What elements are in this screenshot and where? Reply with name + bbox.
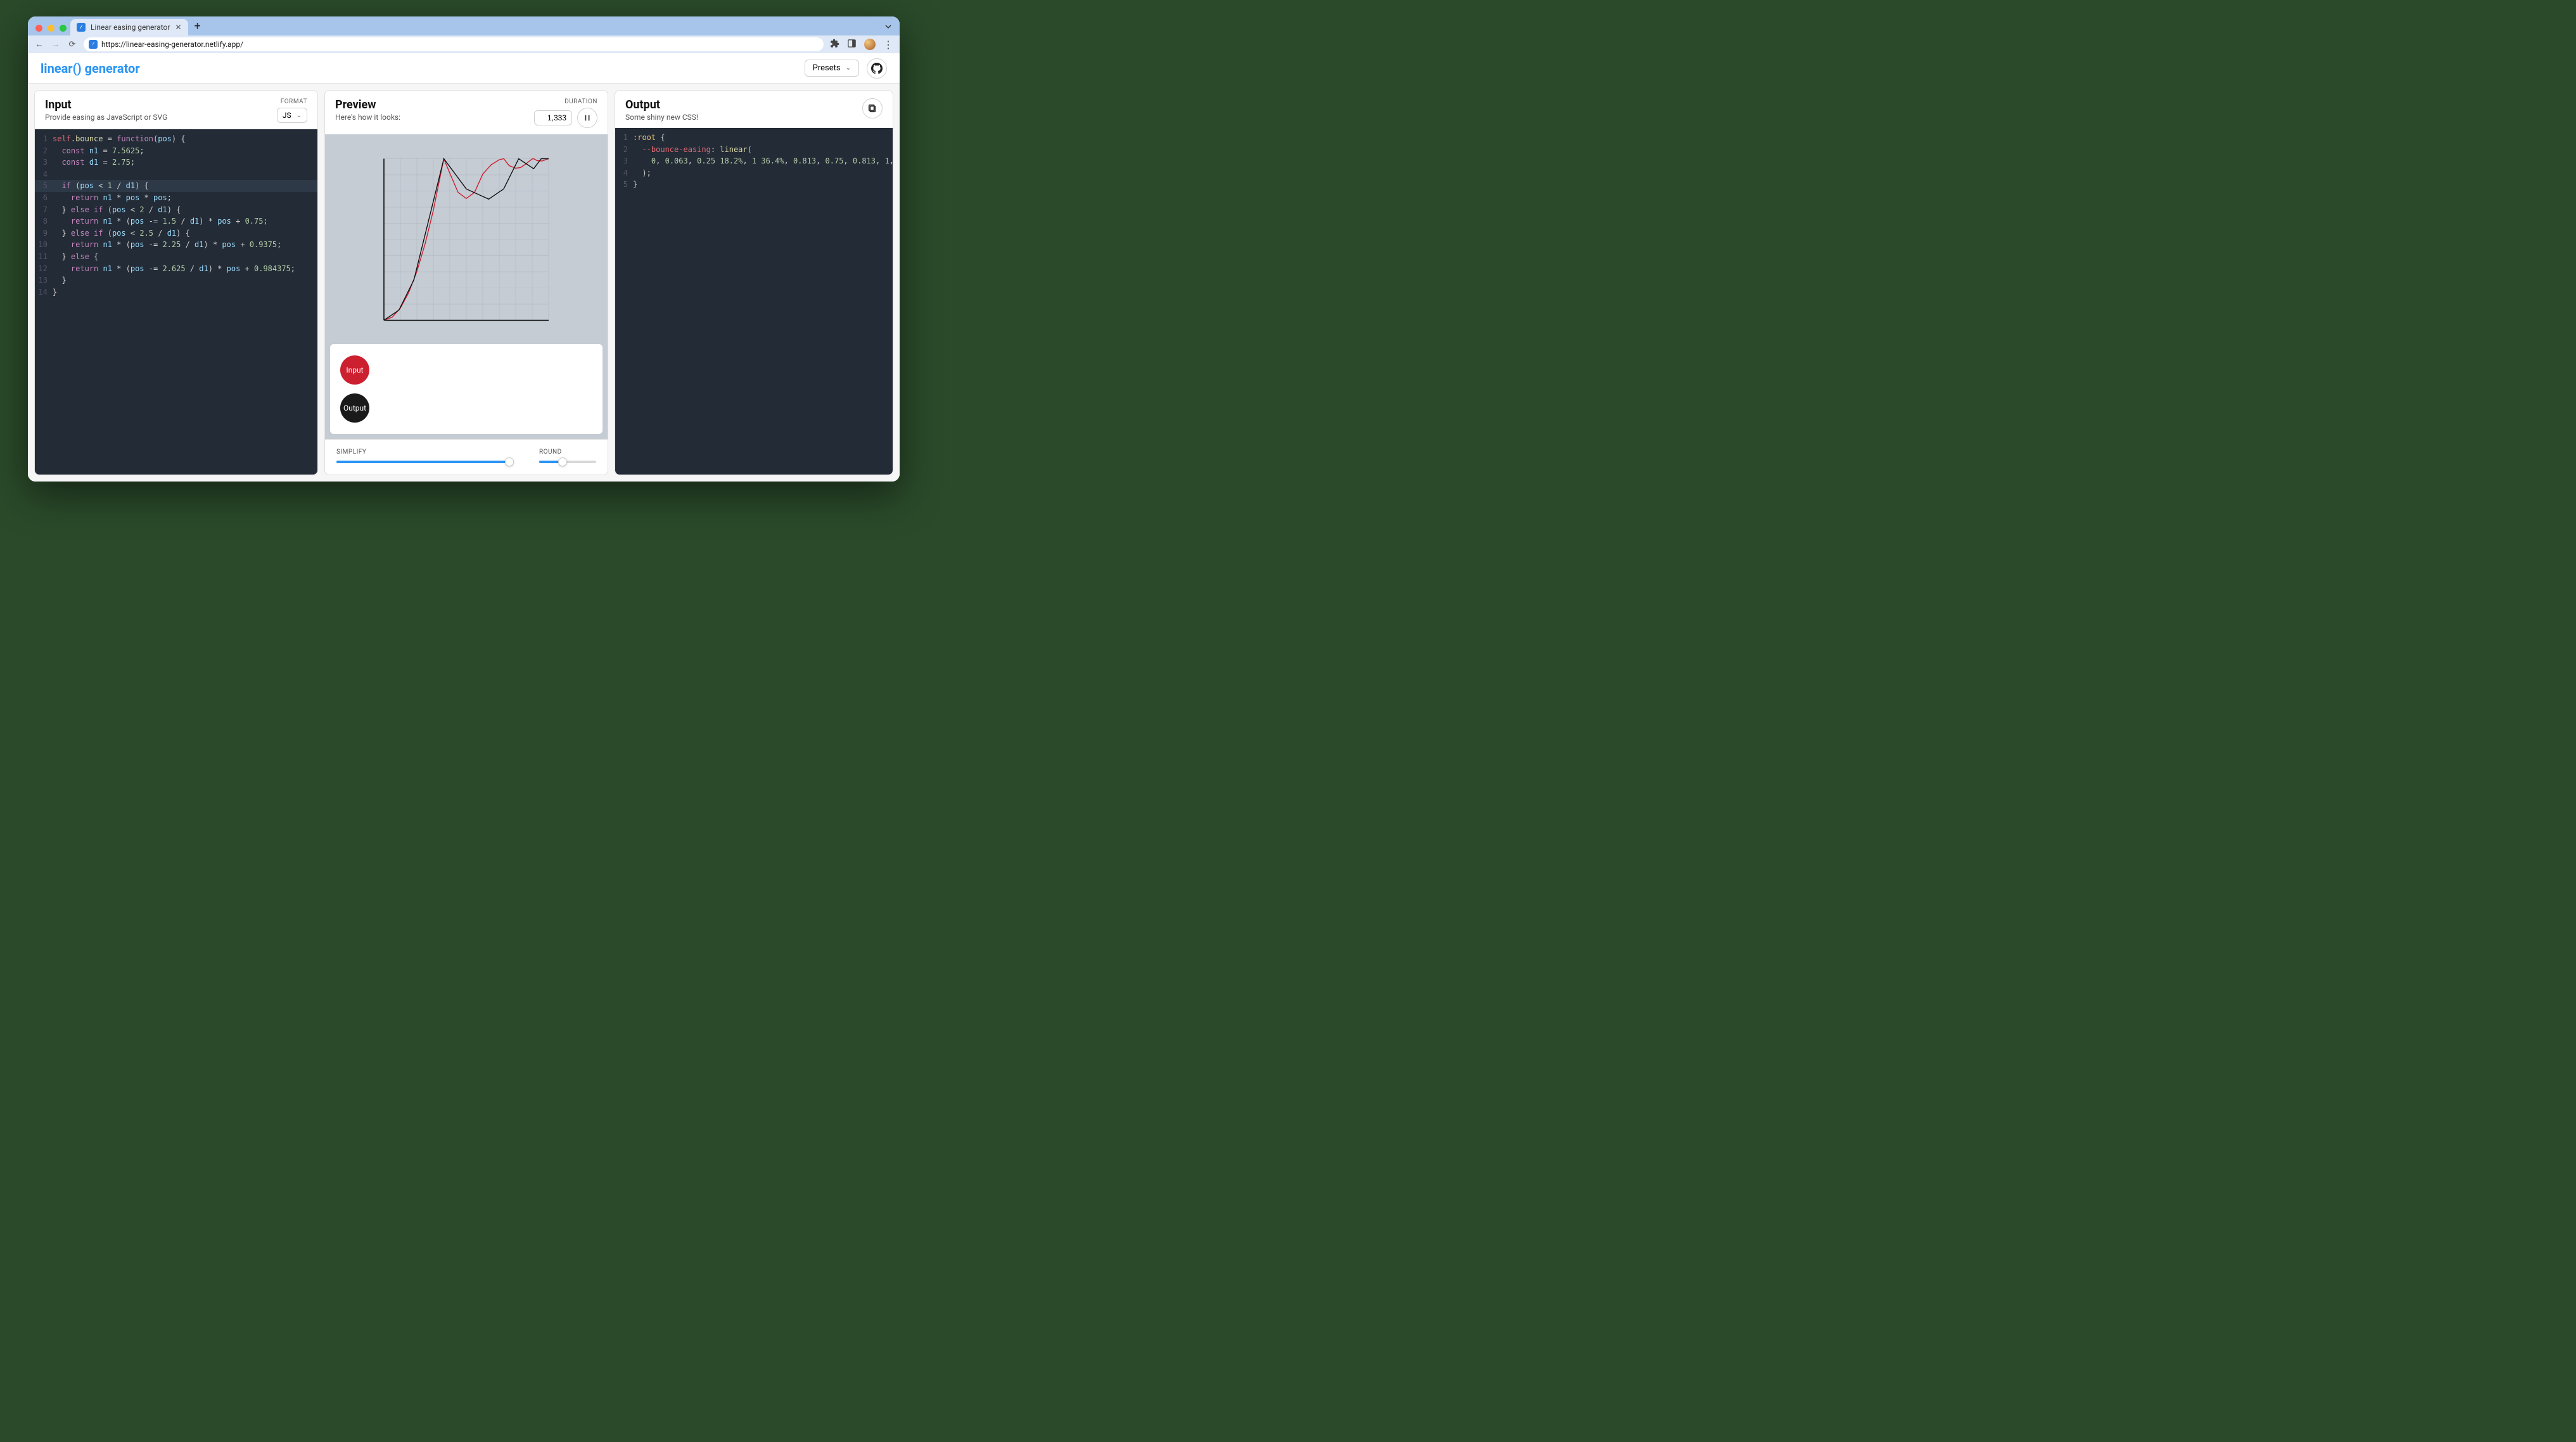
browser-window: ⁄ Linear easing generator ✕ + ← → ⟳ ⁄ ht… (28, 16, 900, 482)
maximize-window-button[interactable] (60, 25, 67, 32)
code-line[interactable]: 1:root { (615, 132, 893, 144)
tab-title: Linear easing generator (91, 23, 170, 32)
reload-button[interactable]: ⟳ (67, 40, 77, 49)
github-link[interactable] (867, 58, 887, 79)
round-slider[interactable] (539, 461, 596, 463)
app-logo: linear() generator (41, 61, 140, 76)
site-info-icon[interactable]: ⁄ (89, 40, 98, 49)
favicon-icon: ⁄ (77, 23, 86, 32)
code-line[interactable]: 4 (35, 169, 317, 181)
presets-dropdown[interactable]: Presets ⌄ (805, 60, 859, 77)
browser-tabbar: ⁄ Linear easing generator ✕ + (28, 16, 900, 35)
main-content: Input Provide easing as JavaScript or SV… (28, 84, 900, 482)
tab-list-button[interactable] (884, 21, 900, 35)
url-text: https://linear-easing-generator.netlify.… (101, 40, 243, 49)
code-line[interactable]: 10 return n1 * (pos -= 2.25 / d1) * pos … (35, 239, 317, 251)
preview-subtitle: Here's how it looks: (335, 113, 400, 122)
code-line[interactable]: 4 ); (615, 167, 893, 179)
ball-output-label: Output (343, 404, 366, 412)
simplify-label: SIMPLIFY (336, 449, 514, 456)
forward-button[interactable]: → (51, 39, 61, 49)
code-line[interactable]: 12 return n1 * (pos -= 2.625 / d1) * pos… (35, 263, 317, 275)
output-panel: Output Some shiny new CSS! 1:root {2 --b… (615, 90, 893, 475)
app-header: linear() generator Presets ⌄ (28, 53, 900, 84)
code-line[interactable]: 7 } else if (pos < 2 / d1) { (35, 204, 317, 216)
output-title: Output (625, 98, 698, 112)
github-icon (871, 63, 883, 74)
format-value: JS (283, 111, 291, 120)
code-line[interactable]: 9 } else if (pos < 2.5 / d1) { (35, 227, 317, 239)
code-line[interactable]: 2 const n1 = 7.5625; (35, 145, 317, 157)
chevron-down-icon: ⌄ (296, 112, 302, 119)
input-title: Input (45, 98, 167, 112)
window-controls (34, 25, 70, 35)
demo-ball-output: Output (340, 393, 369, 423)
copy-icon (868, 104, 877, 113)
preview-panel: Preview Here's how it looks: DURATION (324, 90, 608, 440)
code-line[interactable]: 11 } else { (35, 251, 317, 263)
address-bar[interactable]: ⁄ https://linear-easing-generator.netlif… (84, 37, 824, 51)
browser-toolbar: ← → ⟳ ⁄ https://linear-easing-generator.… (28, 35, 900, 53)
preview-title: Preview (335, 98, 400, 112)
chevron-down-icon: ⌄ (846, 65, 851, 72)
duration-label: DURATION (564, 98, 597, 105)
input-code-editor[interactable]: 1self.bounce = function(pos) {2 const n1… (35, 129, 317, 475)
presets-label: Presets (813, 63, 841, 73)
browser-menu-button[interactable]: ⋮ (883, 39, 893, 51)
code-line[interactable]: 2 --bounce-easing: linear( (615, 144, 893, 156)
minimize-window-button[interactable] (48, 25, 54, 32)
format-label: FORMAT (281, 98, 307, 105)
code-line[interactable]: 13 } (35, 274, 317, 286)
easing-graph (330, 139, 603, 336)
code-line[interactable]: 14} (35, 286, 317, 298)
input-subtitle: Provide easing as JavaScript or SVG (45, 113, 167, 122)
simplify-slider[interactable] (336, 461, 514, 463)
side-panel-icon[interactable] (847, 39, 857, 51)
copy-button[interactable] (862, 98, 883, 118)
pause-icon (583, 113, 592, 122)
preview-body: Input Output (325, 134, 608, 439)
output-subtitle: Some shiny new CSS! (625, 113, 698, 122)
ball-input-label: Input (346, 366, 363, 374)
animation-demo: Input Output (330, 344, 603, 434)
duration-input[interactable] (534, 110, 572, 125)
profile-avatar[interactable] (864, 39, 876, 50)
extensions-icon[interactable] (830, 39, 839, 51)
code-line[interactable]: 6 return n1 * pos * pos; (35, 192, 317, 204)
back-button[interactable]: ← (34, 39, 44, 49)
code-line[interactable]: 5 if (pos < 1 / d1) { (35, 180, 317, 192)
code-line[interactable]: 3 const d1 = 2.75; (35, 156, 317, 169)
output-code-editor[interactable]: 1:root {2 --bounce-easing: linear(3 0, 0… (615, 128, 893, 475)
browser-tab[interactable]: ⁄ Linear easing generator ✕ (70, 19, 188, 35)
format-select[interactable]: JS ⌄ (277, 108, 307, 123)
preview-controls: SIMPLIFY ROUND (324, 440, 608, 475)
new-tab-button[interactable]: + (188, 20, 207, 35)
code-line[interactable]: 8 return n1 * (pos -= 1.5 / d1) * pos + … (35, 215, 317, 227)
close-tab-button[interactable]: ✕ (175, 23, 181, 32)
input-panel: Input Provide easing as JavaScript or SV… (34, 90, 318, 475)
code-line[interactable]: 3 0, 0.063, 0.25 18.2%, 1 36.4%, 0.813, … (615, 155, 893, 167)
play-pause-button[interactable] (577, 108, 597, 128)
code-line[interactable]: 5} (615, 179, 893, 191)
round-label: ROUND (539, 449, 596, 456)
browser-actions: ⋮ (830, 39, 893, 51)
close-window-button[interactable] (35, 25, 42, 32)
code-line[interactable]: 1self.bounce = function(pos) { (35, 133, 317, 145)
demo-ball-input: Input (340, 355, 369, 385)
